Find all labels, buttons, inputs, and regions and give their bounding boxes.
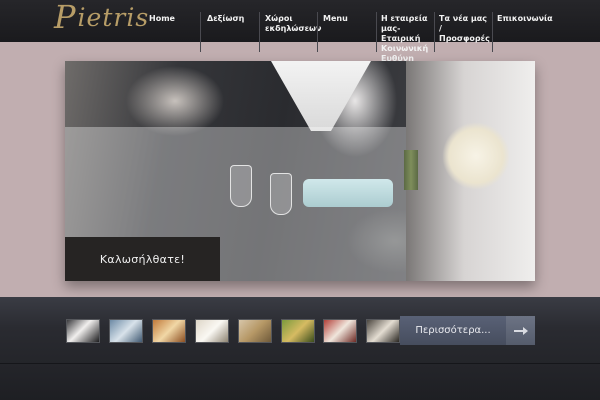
more-button-label: Περισσότερα... (415, 325, 491, 336)
nav-divider (200, 12, 201, 52)
slide-caption-text: Καλωσήλθατε! (99, 252, 186, 266)
thumbnail-table-setting[interactable] (195, 319, 229, 343)
nav-divider (434, 12, 435, 52)
nav-divider (492, 12, 493, 52)
thumbnail-buffet[interactable] (152, 319, 186, 343)
thumbnail-food-platter[interactable] (238, 319, 272, 343)
nav-divider (376, 12, 377, 52)
nav-divider (317, 12, 318, 52)
nav-contact[interactable]: Επικοινωνία (497, 14, 557, 24)
nav-company[interactable]: Η εταιρεία μας-Εταιρική Κοινωνική Ευθύνη (381, 14, 437, 64)
nav-dexiosi[interactable]: Δεξίωση (207, 14, 259, 24)
thumbnail-dessert[interactable] (323, 319, 357, 343)
nav-venues[interactable]: Χώροι εκδηλώσεων (265, 14, 321, 34)
nav-home[interactable]: Home (149, 14, 189, 24)
thumbnail-bar (0, 297, 600, 400)
thumbnail-couple[interactable] (66, 319, 100, 343)
thumbnail-salad[interactable] (281, 319, 315, 343)
site-header: Pietris Home Δεξίωση Χώροι εκδηλώσεων Me… (0, 0, 600, 63)
bouquet-stems-image (404, 150, 418, 190)
more-button[interactable]: Περισσότερα... (400, 316, 506, 345)
logo-wordmark: ietris (77, 2, 150, 32)
slide-caption: Καλωσήλθατε! (65, 237, 220, 281)
arrow-right-glyph (513, 326, 528, 335)
logo-mark: P (54, 0, 77, 36)
thumbnail-glasses[interactable] (109, 319, 143, 343)
slide-image-bouquet (406, 61, 535, 281)
thumbnail-cake[interactable] (366, 319, 400, 343)
footer-divider (0, 363, 600, 364)
nav-divider (259, 12, 260, 52)
arrow-right-icon[interactable] (506, 316, 535, 345)
nav-news-offers[interactable]: Τα νέα μας / Προσφορές (439, 14, 491, 44)
nav-menu[interactable]: Menu (323, 14, 371, 24)
site-logo[interactable]: Pietris (54, 0, 150, 36)
